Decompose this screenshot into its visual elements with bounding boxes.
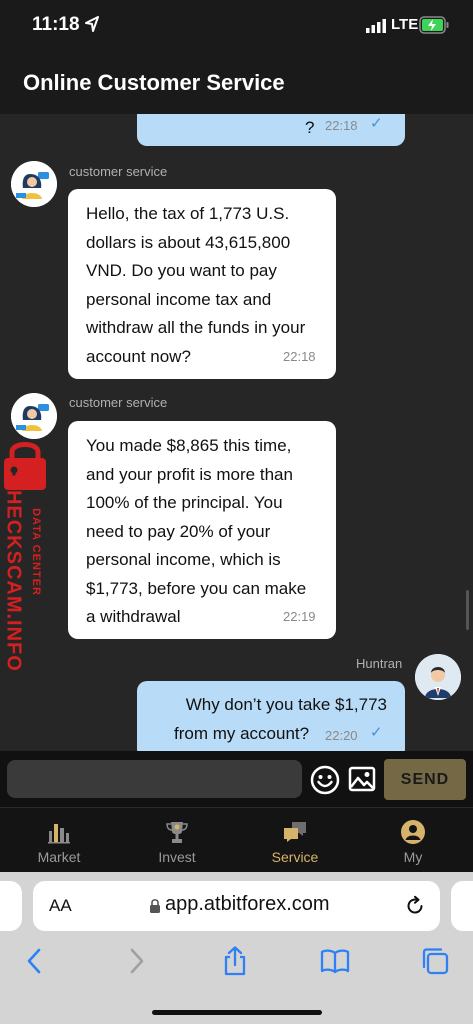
message-input[interactable] (7, 760, 302, 798)
message-bubble-incoming: You made $8,865 this time, and your prof… (68, 421, 336, 639)
message-time: 22:18 (325, 118, 358, 133)
message-line: You made $8,865 this time, (86, 436, 292, 455)
tab-label: Service (271, 849, 319, 865)
location-arrow-icon (85, 16, 99, 32)
message-line: Hello, the tax of 1,773 U.S. (86, 204, 290, 223)
battery-icon (419, 16, 449, 34)
watermark-text-large: CHECKSCAM.INFO (2, 474, 25, 672)
message-bubble-outgoing: ? 22:18 ✓ (137, 114, 405, 146)
chat-bubbles-icon (284, 822, 306, 842)
status-bar: 11:18 LTE (0, 0, 473, 50)
next-tab-preview[interactable] (451, 881, 473, 931)
sender-name: Huntran (356, 656, 403, 671)
home-indicator (152, 1010, 322, 1015)
app-header: Online Customer Service (0, 50, 473, 114)
agent-avatar (11, 393, 57, 439)
back-icon[interactable] (20, 946, 50, 976)
bookmarks-icon[interactable] (320, 946, 350, 976)
emoji-icon[interactable] (310, 765, 340, 795)
send-button[interactable]: SEND (384, 759, 466, 800)
lock-icon (150, 899, 160, 913)
check-icon: ✓ (370, 115, 383, 132)
scrollbar[interactable] (466, 590, 469, 630)
agent-avatar (11, 161, 57, 207)
previous-tab-preview[interactable] (0, 881, 22, 931)
message-time: 22:18 (283, 349, 316, 364)
message-line: withdraw all the funds in your (86, 318, 306, 337)
message-line: need to pay 20% of your (86, 521, 271, 541)
tab-label: Invest (158, 849, 196, 865)
message-text: Hello, the tax of 1,773 U.S. dollars is … (86, 200, 331, 371)
message-line: VND. Do you want to pay (86, 261, 277, 280)
message-line: Why don’t you take $1,773 (185, 695, 387, 714)
tab-service[interactable]: Service (236, 808, 354, 873)
tab-market[interactable]: Market (0, 808, 118, 873)
agent-avatar-icon (11, 393, 57, 439)
message-text: Why don’t you take $1,773 (186, 691, 387, 720)
image-icon[interactable] (348, 765, 376, 793)
forward-icon[interactable] (121, 946, 151, 976)
tab-invest[interactable]: Invest (118, 808, 236, 873)
user-avatar-icon (415, 654, 461, 700)
message-text: from my account? (174, 720, 309, 749)
network-label: LTE (391, 16, 419, 33)
browser-toolbar: AA app.atbitforex.com (0, 872, 473, 1024)
message-text: ? (305, 118, 315, 137)
message-line: 100% of the principal. You (86, 493, 283, 512)
user-icon (401, 820, 425, 844)
sender-name: customer service (69, 164, 168, 179)
watermark-text-small: DATA CENTER (30, 508, 42, 596)
check-icon: ✓ (370, 724, 383, 741)
message-text: You made $8,865 this time, and your prof… (86, 432, 331, 632)
message-input-bar: SEND (0, 751, 473, 807)
message-line: $1,773, before you can make (86, 578, 307, 598)
signal-icon (366, 19, 386, 33)
message-line: from my account? (174, 724, 310, 743)
reload-icon[interactable] (404, 895, 426, 917)
trophy-icon (166, 822, 188, 843)
message-time: 22:20 (325, 728, 358, 743)
message-line: personal income tax and (86, 289, 272, 309)
message-line: and your profit is more than (86, 464, 293, 484)
tab-label: Market (37, 849, 81, 865)
message-bubble-incoming: Hello, the tax of 1,773 U.S. dollars is … (68, 189, 336, 379)
address-bar[interactable]: AA app.atbitforex.com (33, 881, 440, 931)
tab-my[interactable]: My (354, 808, 472, 873)
url-text[interactable]: app.atbitforex.com (165, 893, 330, 916)
bar-chart-icon (48, 824, 70, 844)
share-icon[interactable] (220, 946, 250, 976)
tab-label: My (403, 849, 423, 865)
sender-name: customer service (69, 395, 168, 410)
status-time: 11:18 (32, 14, 80, 35)
message-line: personal income, which is (86, 550, 281, 569)
user-avatar (415, 654, 461, 700)
message-bubble-outgoing: Why don’t you take $1,773 from my accoun… (137, 681, 405, 751)
tabs-icon[interactable] (420, 946, 450, 976)
agent-avatar-icon (11, 161, 57, 207)
message-time: 22:19 (283, 609, 316, 624)
page-title: Online Customer Service (23, 70, 285, 95)
text-size-button[interactable]: AA (49, 896, 72, 916)
chat-area[interactable]: ? 22:18 ✓ customer service Hello, the ta… (0, 114, 473, 751)
bottom-tab-bar: Market Invest Service My (0, 807, 473, 872)
message-line: dollars is about 43,615,800 (86, 232, 291, 252)
